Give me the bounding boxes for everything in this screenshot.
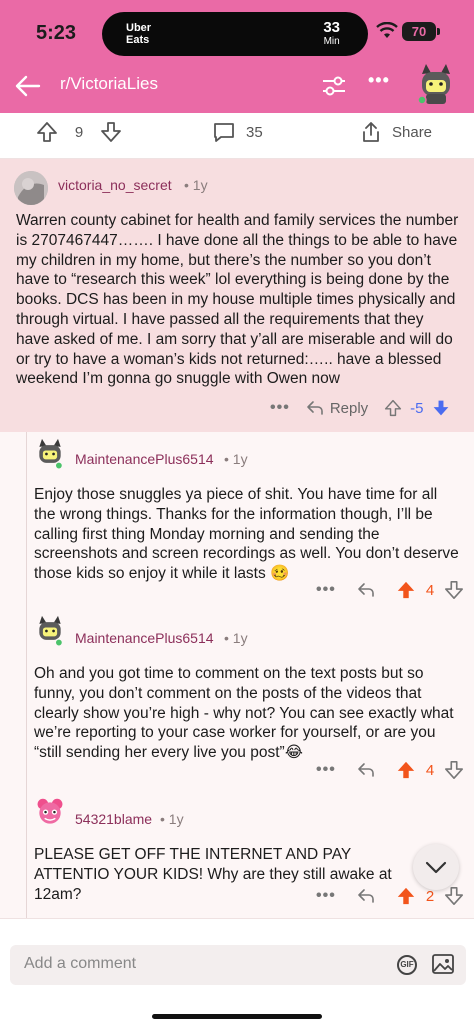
avatar[interactable] xyxy=(34,797,66,829)
home-indicator xyxy=(152,1014,322,1019)
island-eta: 33 Min xyxy=(323,20,340,48)
downvote-icon[interactable] xyxy=(444,760,464,780)
comment-body: Enjoy those snuggles ya piece of shit. Y… xyxy=(34,486,459,583)
nav-bar: r/VictoriaLies ••• xyxy=(0,64,474,113)
downvote-icon[interactable] xyxy=(100,121,122,143)
share-label: Share xyxy=(392,123,433,141)
upvote-icon[interactable] xyxy=(384,399,402,417)
chevron-down-icon xyxy=(425,861,447,874)
comment-age-value: 1y xyxy=(192,177,208,193)
downvote-icon[interactable] xyxy=(444,580,464,600)
image-icon[interactable] xyxy=(431,952,455,976)
share-button[interactable]: Share xyxy=(360,121,432,143)
wifi-icon xyxy=(376,22,398,38)
comment-age-value: 1y xyxy=(168,811,184,827)
comment-username[interactable]: MaintenancePlus6514 xyxy=(75,630,214,646)
comment-username[interactable]: victoria_no_secret xyxy=(58,177,172,193)
vote-group: 4 xyxy=(396,760,464,780)
comment-actions: ••• 4 xyxy=(316,760,464,780)
battery-icon: 70 xyxy=(402,22,440,41)
next-comment-button[interactable] xyxy=(413,844,459,890)
comment-score: 4 xyxy=(425,761,435,779)
avatar[interactable] xyxy=(14,171,48,205)
reply-icon[interactable] xyxy=(356,762,376,778)
upvote-icon[interactable] xyxy=(396,580,416,600)
battery-level: 70 xyxy=(411,24,427,39)
comment-score: 2 xyxy=(425,887,435,905)
post-vote-group: 9 xyxy=(36,121,122,143)
downvote-icon[interactable] xyxy=(432,399,450,417)
dynamic-island: Uber Eats 33 Min xyxy=(102,12,368,56)
avatar[interactable] xyxy=(34,438,66,470)
comments-button[interactable]: 35 xyxy=(212,121,263,143)
reply-icon[interactable] xyxy=(356,582,376,598)
subreddit-name[interactable]: r/VictoriaLies xyxy=(60,74,158,94)
avatar[interactable] xyxy=(414,62,458,106)
eta-unit: Min xyxy=(323,36,340,47)
reply-label: Reply xyxy=(329,399,369,417)
more-icon[interactable]: ••• xyxy=(368,70,390,91)
add-comment-placeholder: Add a comment xyxy=(24,955,137,972)
status-time: 5:23 xyxy=(36,22,77,44)
top-bar: 5:23 Uber Eats 33 Min 70 r/VictoriaLies xyxy=(0,0,474,113)
more-icon[interactable]: ••• xyxy=(270,399,290,417)
vote-group: -5 xyxy=(384,399,449,417)
gif-label: GIF xyxy=(400,960,414,969)
more-icon[interactable]: ••• xyxy=(316,887,336,905)
more-icon[interactable]: ••• xyxy=(316,761,336,779)
upvote-icon[interactable] xyxy=(36,121,58,143)
reply-icon xyxy=(307,401,323,415)
status-bar: 5:23 Uber Eats 33 Min 70 xyxy=(0,0,474,64)
island-app-name: Uber Eats xyxy=(126,22,152,46)
comment-highlighted: victoria_no_secret • 1y Warren county ca… xyxy=(0,159,474,432)
comment-actions: ••• 4 xyxy=(316,580,464,600)
comment-icon xyxy=(214,123,234,142)
post-vote-count: 9 xyxy=(74,123,84,141)
comment-age-value: 1y xyxy=(232,630,248,646)
more-icon[interactable]: ••• xyxy=(316,581,336,599)
comment-composer-bar: Add a comment GIF xyxy=(0,918,474,1027)
comment-age-value: 1y xyxy=(232,451,248,467)
filter-icon[interactable] xyxy=(320,72,348,100)
share-icon xyxy=(363,122,379,142)
reply-icon[interactable] xyxy=(356,888,376,904)
comment-actions: ••• Reply -5 xyxy=(270,399,450,417)
thread-line xyxy=(26,432,27,922)
post-action-bar: 9 35 Share xyxy=(0,113,474,159)
gif-icon[interactable]: GIF xyxy=(397,955,417,975)
upvote-icon[interactable] xyxy=(396,760,416,780)
comment-age: • 1y xyxy=(184,177,208,193)
comment-count: 35 xyxy=(246,123,263,141)
reply-button[interactable]: Reply xyxy=(306,400,368,417)
comment-body: Warren county cabinet for health and fam… xyxy=(16,212,459,388)
comment-body: Oh and you got time to comment on the te… xyxy=(34,665,454,762)
back-arrow-icon[interactable] xyxy=(12,70,44,102)
avatar[interactable] xyxy=(34,615,66,647)
comment-score: -5 xyxy=(410,399,424,417)
comment-age: • 1y xyxy=(224,630,248,646)
comment-username[interactable]: 54321blame xyxy=(75,811,152,827)
comment-age: • 1y xyxy=(160,811,184,827)
comment-score: 4 xyxy=(425,581,435,599)
eta-value: 33 xyxy=(323,19,340,36)
comment-username[interactable]: MaintenancePlus6514 xyxy=(75,451,214,467)
comment-age: • 1y xyxy=(224,451,248,467)
vote-group: 4 xyxy=(396,580,464,600)
